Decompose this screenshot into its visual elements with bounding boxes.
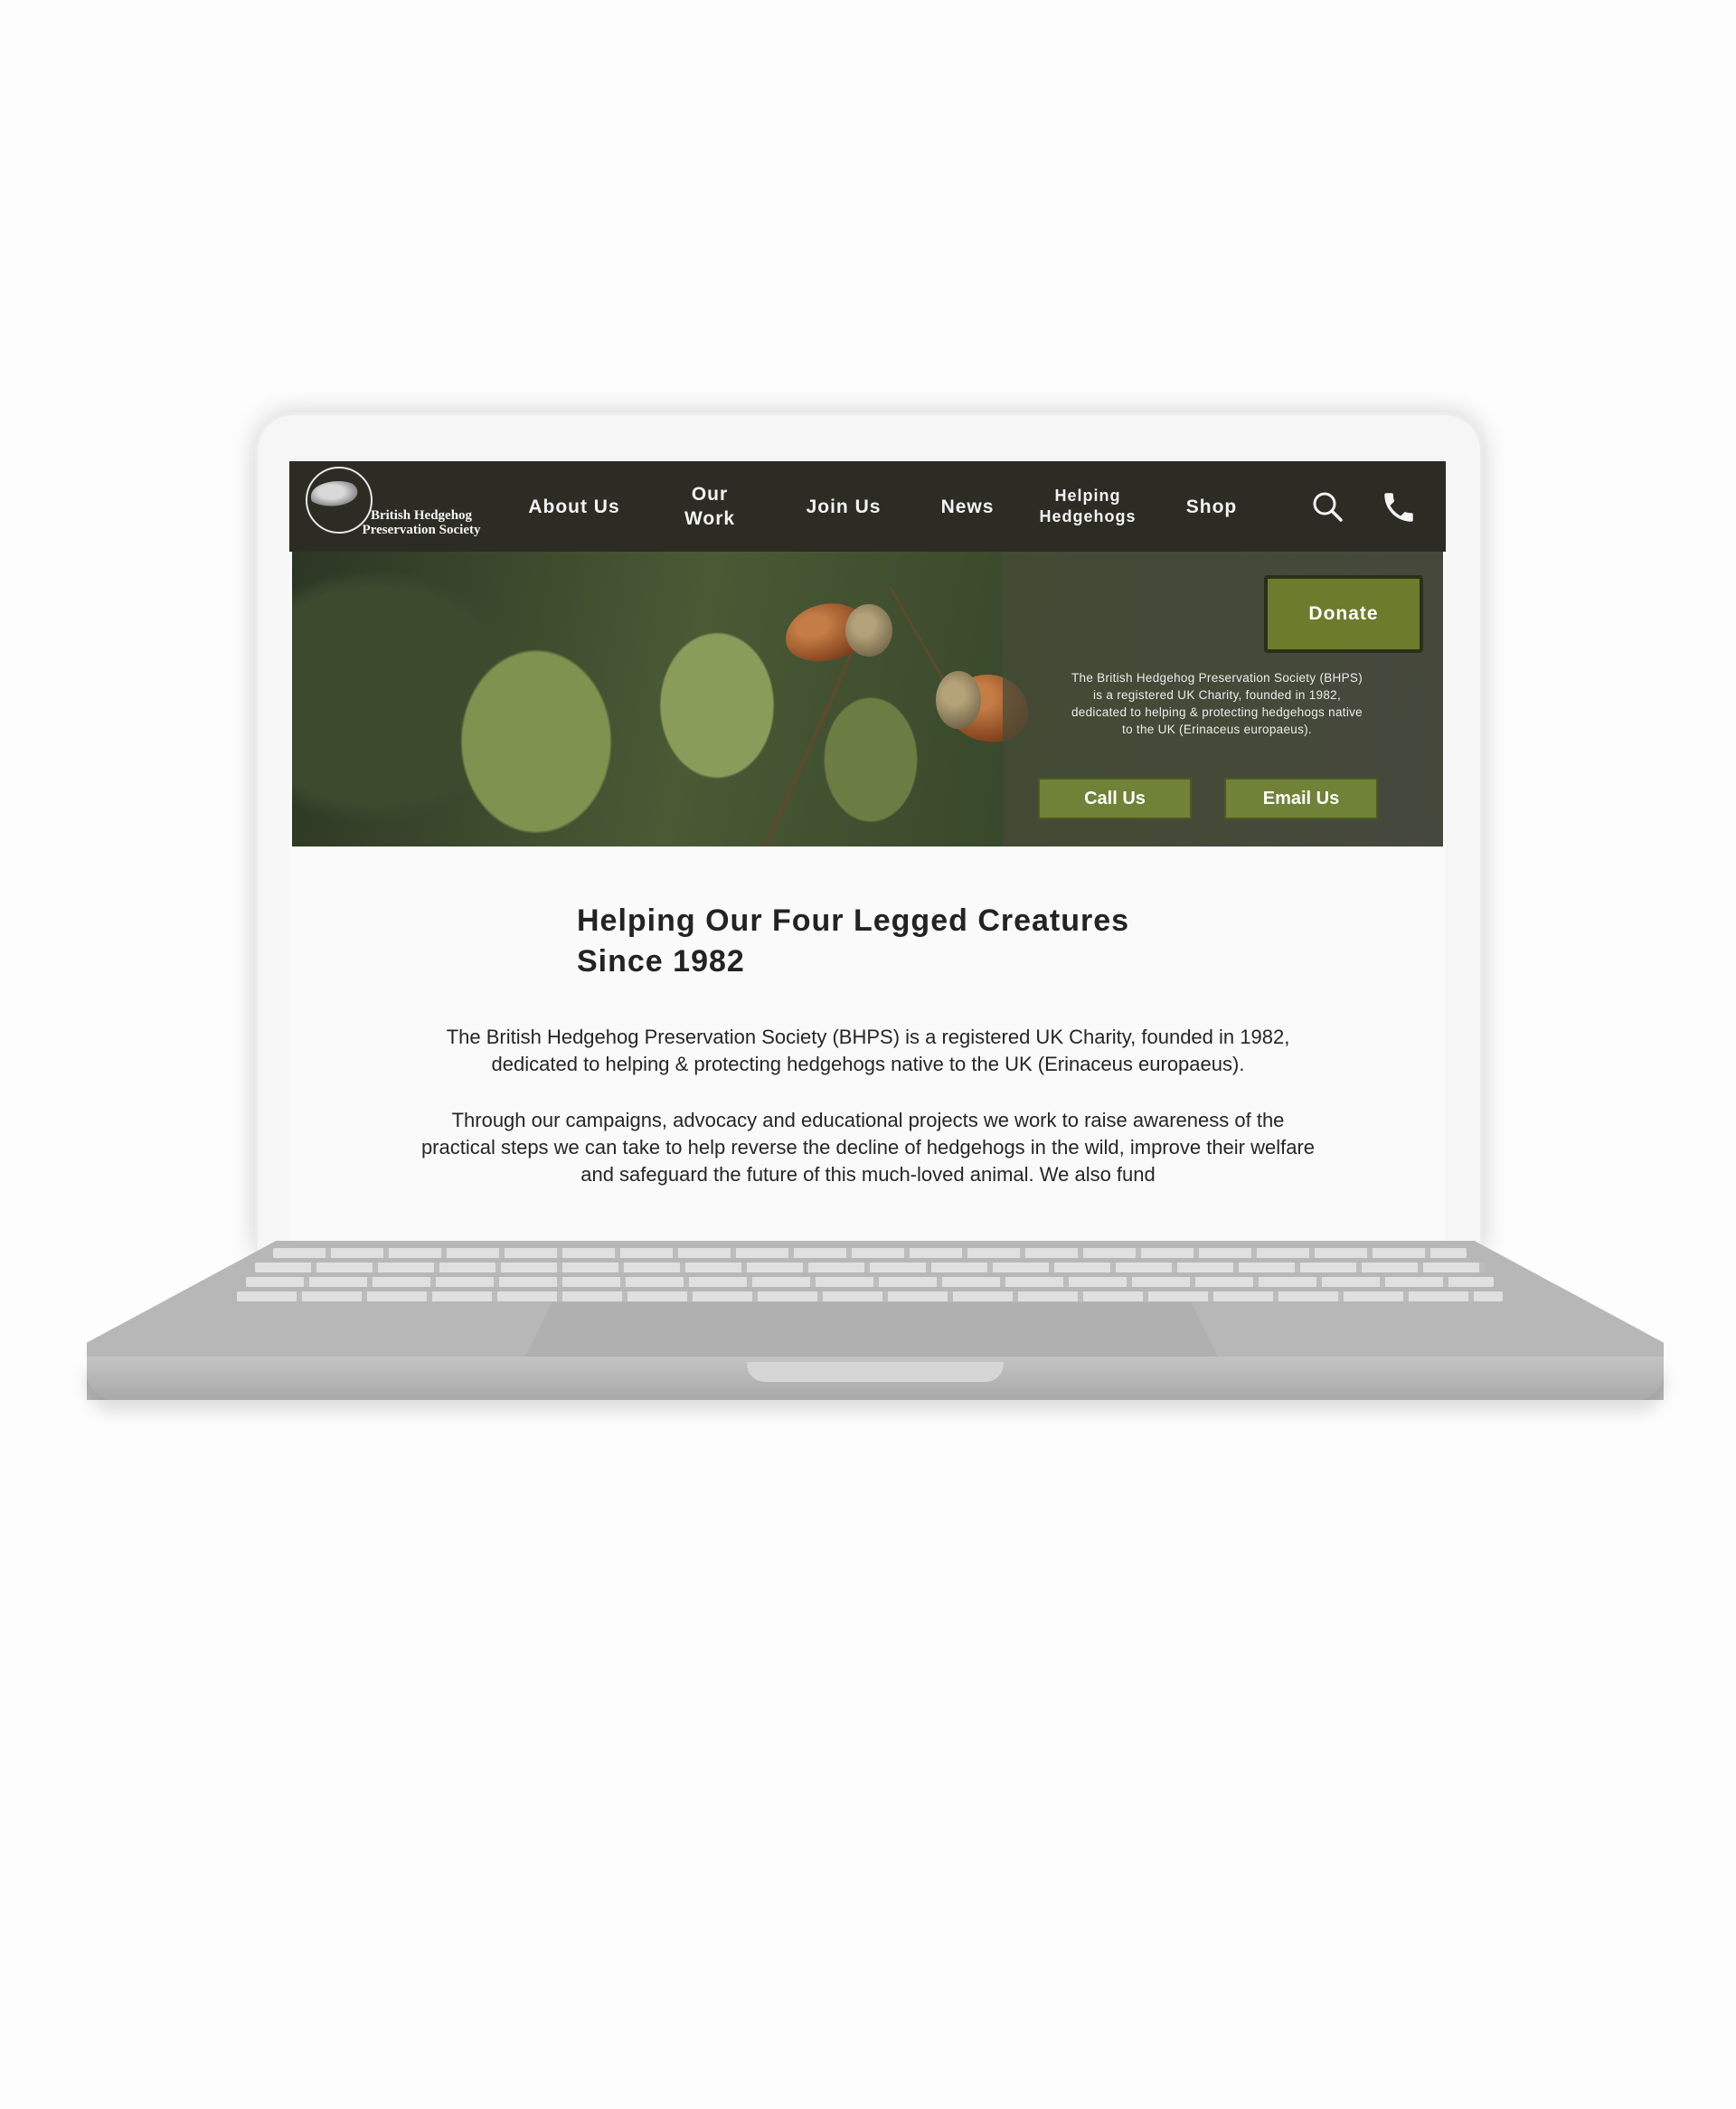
nav-label: Shop <box>1185 496 1238 517</box>
logo-text: British Hedgehog Preservation Society <box>340 508 503 537</box>
phone-icon[interactable] <box>1380 488 1416 525</box>
mission-paragraph: Through our campaigns, advocacy and educ… <box>420 1109 1316 1186</box>
nav-item-helping-hedgehogs[interactable]: Helping Hedgehogs <box>1029 461 1146 552</box>
nav-label: Join Us <box>806 496 882 517</box>
keyboard <box>237 1248 1503 1304</box>
nav-item-news[interactable]: News <box>913 461 1022 552</box>
nav-label: About Us <box>528 496 620 517</box>
acorn-cap <box>845 604 892 657</box>
call-us-button[interactable]: Call Us <box>1038 778 1192 819</box>
nav-label-line2: Hedgehogs <box>1039 507 1137 525</box>
nav-label-line2: Work <box>684 508 736 529</box>
logo-text-line1: British Hedgehog <box>370 508 473 523</box>
nav-label-line1: Our <box>691 484 729 505</box>
nav-label-line1: Helping <box>1054 487 1121 505</box>
laptop-screen: British Hedgehog Preservation Society Ab… <box>289 461 1446 1252</box>
nav-item-shop[interactable]: Shop <box>1157 461 1266 552</box>
email-us-button[interactable]: Email Us <box>1224 778 1378 819</box>
logo-text-line2: Preservation Society <box>362 523 481 537</box>
page-title-line1: Helping Our Four Legged Creatures <box>577 903 1130 938</box>
search-icon[interactable] <box>1309 488 1345 525</box>
page-title-line2: Since 1982 <box>577 944 745 979</box>
laptop-notch <box>747 1362 1004 1382</box>
site-header: British Hedgehog Preservation Society Ab… <box>289 461 1446 552</box>
branch <box>889 586 946 682</box>
hedgehog-icon <box>311 481 362 508</box>
hero-intro-text: The British Hedgehog Preservation Societ… <box>1071 671 1363 736</box>
nav-item-join-us[interactable]: Join Us <box>776 461 911 552</box>
nav-item-our-work[interactable]: Our Work <box>651 461 769 552</box>
nav-label: News <box>940 496 995 517</box>
intro-paragraph: The British Hedgehog Preservation Societ… <box>446 1026 1290 1075</box>
acorn-cap <box>936 671 981 729</box>
donate-button[interactable]: Donate <box>1264 575 1423 653</box>
site-logo[interactable]: British Hedgehog Preservation Society <box>304 467 494 548</box>
nav-item-about-us[interactable]: About Us <box>506 461 642 552</box>
hero-banner: Donate The British Hedgehog Preservation… <box>292 552 1443 846</box>
page-title: Helping Our Four Legged Creatures Since … <box>577 901 1210 982</box>
trackpad <box>524 1302 1219 1358</box>
